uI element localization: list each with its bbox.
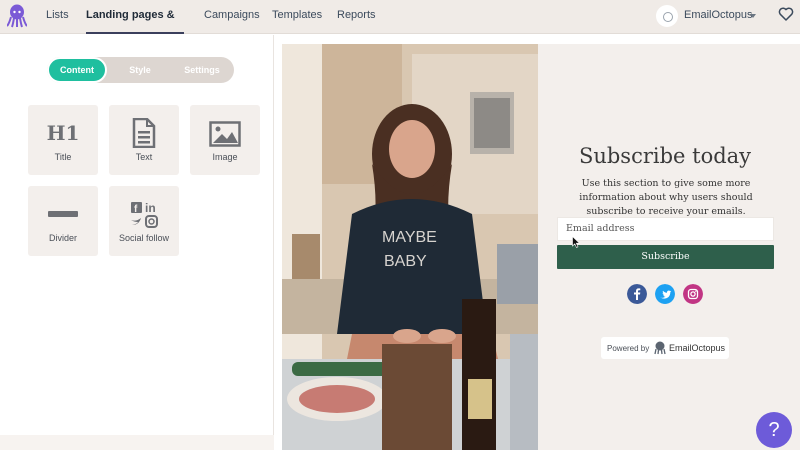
svg-text:in: in — [145, 201, 156, 215]
help-button[interactable]: ? — [756, 412, 792, 448]
octopus-logo-icon[interactable] — [7, 4, 27, 28]
block-text[interactable]: Text — [109, 105, 179, 175]
block-text-label: Text — [135, 152, 153, 162]
tab-style[interactable]: Style — [123, 57, 157, 83]
svg-text:MAYBE: MAYBE — [382, 229, 437, 246]
avatar — [656, 5, 678, 27]
editor-sidebar: Content Style Settings H1 Title Text Ima… — [0, 35, 274, 450]
block-social-follow-label: Social follow — [118, 233, 170, 243]
form-heading[interactable]: Subscribe today — [538, 144, 792, 168]
kitchen-photo: MAYBE BABY — [282, 44, 538, 450]
mouse-cursor-icon — [572, 236, 580, 248]
document-icon — [109, 117, 179, 149]
nav-campaigns[interactable]: Campaigns — [204, 0, 260, 34]
chevron-down-icon — [750, 14, 756, 18]
nav-reports[interactable]: Reports — [337, 0, 376, 34]
heart-icon[interactable] — [778, 6, 794, 22]
block-divider-label: Divider — [48, 233, 77, 243]
block-divider[interactable]: Divider — [28, 186, 98, 256]
block-image[interactable]: Image — [190, 105, 260, 175]
powered-by-text: Powered by — [607, 344, 650, 353]
form-preview: MAYBE BABY Subscribe today Use this sect… — [282, 44, 800, 450]
svg-text:BABY: BABY — [384, 253, 427, 270]
nav-templates[interactable]: Templates — [272, 0, 322, 34]
image-icon — [190, 117, 260, 149]
powered-by-badge[interactable]: Powered by EmailOctopus — [601, 337, 729, 359]
powered-by-brand: EmailOctopus — [669, 343, 726, 353]
nav-lists[interactable]: Lists — [46, 0, 69, 34]
account-name: EmailOctopus — [684, 9, 753, 21]
block-title-label: Title — [54, 152, 72, 162]
tab-content[interactable]: Content — [47, 57, 107, 83]
twitter-icon[interactable] — [655, 284, 675, 304]
octopus-icon — [654, 341, 666, 355]
facebook-icon[interactable] — [627, 284, 647, 304]
editor-tabs: Content Style Settings — [47, 57, 234, 83]
panel-footer — [0, 435, 274, 450]
instagram-icon[interactable] — [683, 284, 703, 304]
h1-icon: H1 — [46, 121, 80, 145]
top-navigation: Lists Landing pages & forms Campaigns Te… — [0, 0, 800, 51]
divider-icon — [28, 198, 98, 230]
form-description[interactable]: Use this section to give some more infor… — [556, 177, 776, 219]
email-field[interactable]: Email address — [557, 217, 774, 241]
block-image-label: Image — [212, 152, 238, 162]
social-icons: f in — [109, 198, 179, 230]
block-social-follow[interactable]: f in Social follow — [109, 186, 179, 256]
tab-settings[interactable]: Settings — [179, 57, 225, 83]
block-title[interactable]: H1 Title — [28, 105, 98, 175]
subscribe-button[interactable]: Subscribe — [557, 245, 774, 269]
nav-landing-pages-forms[interactable]: Landing pages & forms — [86, 0, 184, 51]
